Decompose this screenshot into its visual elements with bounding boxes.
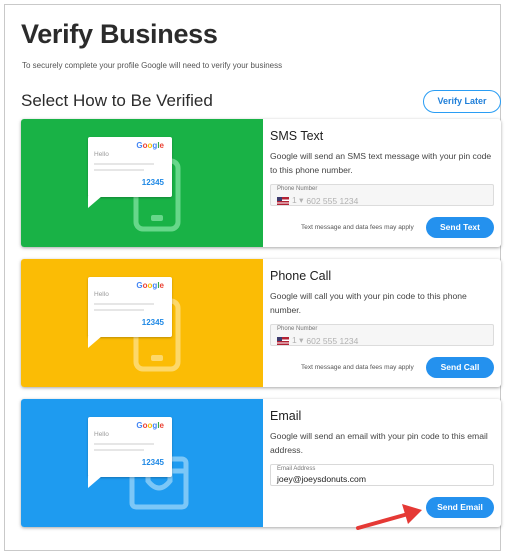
- country-code-select[interactable]: 1 ▾: [292, 335, 303, 346]
- sms-card-body: SMS Text Google will send an SMS text me…: [263, 119, 501, 247]
- field-label: Phone Number: [277, 186, 318, 192]
- card-title: SMS Text: [270, 129, 324, 143]
- page-title: Verify Business: [21, 19, 218, 49]
- bubble-tail: [88, 336, 102, 348]
- google-logo: Google: [136, 281, 164, 290]
- google-logo: Google: [136, 421, 164, 430]
- message-bubble: Google Hello 12345: [88, 277, 172, 337]
- bubble-line: [94, 309, 144, 311]
- annotation-arrow-icon: [356, 504, 422, 530]
- bubble-greeting: Hello: [94, 291, 109, 298]
- country-code-select[interactable]: 1 ▾: [292, 195, 303, 206]
- bubble-pin-code: 12345: [141, 178, 164, 187]
- phone-number-value: 602 555 1234: [306, 195, 359, 206]
- bubble-pin-code: 12345: [141, 318, 164, 327]
- us-flag-icon[interactable]: [277, 196, 289, 205]
- phone-number-field[interactable]: Phone Number 1 ▾ 602 555 1234: [270, 184, 494, 206]
- field-label: Phone Number: [277, 326, 318, 332]
- message-bubble: Google Hello 12345: [88, 417, 172, 477]
- email-address-value: joey@joeysdonuts.com: [277, 474, 366, 484]
- card-description: Google will call you with your pin code …: [270, 291, 467, 315]
- sms-text-card: Google Hello 12345 SMS Text Google will …: [21, 119, 501, 247]
- card-title: Phone Call: [270, 269, 332, 283]
- phone-number-field[interactable]: Phone Number 1 ▾ 602 555 1234: [270, 324, 494, 346]
- phone-call-card: Google Hello 12345 Phone Call Google wil…: [21, 259, 501, 387]
- field-label: Email Address: [277, 466, 316, 472]
- bubble-greeting: Hello: [94, 431, 109, 438]
- send-text-button[interactable]: Send Text: [426, 217, 494, 238]
- fees-note: Text message and data fees may apply: [301, 364, 414, 371]
- card-description: Google will send an email with your pin …: [270, 431, 488, 455]
- bubble-line: [94, 163, 154, 165]
- phone-number-value: 602 555 1234: [306, 335, 359, 346]
- email-address-field[interactable]: Email Address joey@joeysdonuts.com: [270, 464, 494, 486]
- card-title: Email: [270, 409, 302, 423]
- page-subtitle: To securely complete your profile Google…: [22, 61, 283, 70]
- bubble-line: [94, 443, 154, 445]
- verify-later-button[interactable]: Verify Later: [423, 90, 501, 113]
- bubble-line: [94, 449, 144, 451]
- send-email-button[interactable]: Send Email: [426, 497, 494, 518]
- bubble-line: [94, 303, 154, 305]
- section-title: Select How to Be Verified: [21, 91, 213, 110]
- bubble-line: [94, 169, 144, 171]
- fees-note: Text message and data fees may apply: [301, 224, 414, 231]
- email-illustration: Google Hello 12345: [21, 399, 263, 527]
- us-flag-icon[interactable]: [277, 336, 289, 345]
- dialog-frame: Verify Business To securely complete you…: [4, 4, 501, 551]
- phone-call-illustration: Google Hello 12345: [21, 259, 263, 387]
- send-call-button[interactable]: Send Call: [426, 357, 494, 378]
- bubble-tail: [88, 196, 102, 208]
- phone-call-card-body: Phone Call Google will call you with you…: [263, 259, 501, 387]
- message-bubble: Google Hello 12345: [88, 137, 172, 197]
- card-description: Google will send an SMS text message wit…: [270, 151, 492, 175]
- bubble-tail: [88, 476, 102, 488]
- bubble-pin-code: 12345: [141, 458, 164, 467]
- sms-illustration: Google Hello 12345: [21, 119, 263, 247]
- bubble-greeting: Hello: [94, 151, 109, 158]
- google-logo: Google: [136, 141, 164, 150]
